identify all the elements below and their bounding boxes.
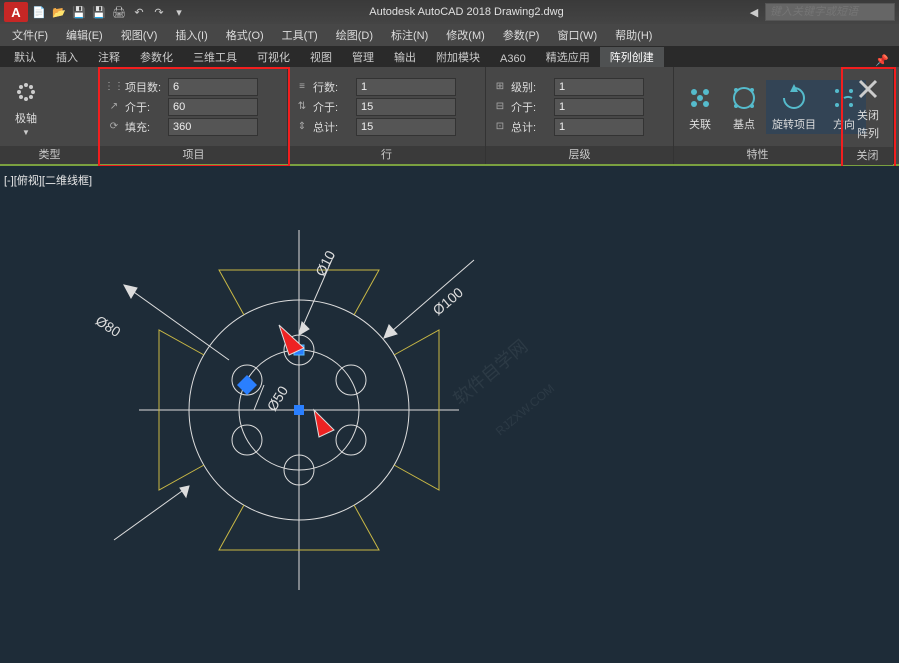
levels-total-icon: ⊡: [492, 119, 508, 135]
items-count-input[interactable]: [168, 78, 258, 96]
tab-insert[interactable]: 插入: [46, 47, 88, 67]
panel-rows-title: 行: [288, 146, 485, 164]
tab-param[interactable]: 参数化: [130, 47, 183, 67]
menu-draw[interactable]: 绘图(D): [328, 25, 381, 45]
window-title: Autodesk AutoCAD 2018 Drawing2.dwg: [188, 6, 745, 18]
levels-count-input[interactable]: [554, 78, 644, 96]
saveas-icon[interactable]: 💾: [90, 3, 108, 21]
menu-file[interactable]: 文件(F): [4, 25, 56, 45]
titlebar: A 📄 📂 💾 💾 🖨 ↶ ↷ ▾ Autodesk AutoCAD 2018 …: [0, 0, 899, 24]
levels-total-input[interactable]: [554, 118, 644, 136]
fill-icon: ⟳: [106, 119, 122, 135]
menu-param[interactable]: 参数(P): [495, 25, 548, 45]
panel-close-title: 关闭: [842, 147, 893, 165]
levels-between-icon: ⊟: [492, 99, 508, 115]
between-icon: ↗: [106, 99, 122, 115]
menu-insert[interactable]: 插入(I): [167, 25, 215, 45]
undo-icon[interactable]: ↶: [130, 3, 148, 21]
more-icon[interactable]: ▾: [170, 3, 188, 21]
items-icon: ⋮⋮: [106, 79, 122, 95]
svg-text:RJZXW.COM: RJZXW.COM: [493, 381, 557, 438]
menu-annotate[interactable]: 标注(N): [383, 25, 436, 45]
polar-array-button[interactable]: 极轴 ▼: [4, 74, 48, 139]
items-count-row: ⋮⋮ 项目数:: [106, 78, 258, 96]
drawing-viewport[interactable]: [-][俯视][二维线框]: [0, 166, 899, 663]
base-button[interactable]: 基点: [722, 80, 766, 134]
close-icon: [852, 73, 884, 105]
dim-d80: Ø80: [93, 312, 124, 340]
items-fill-input[interactable]: [168, 118, 258, 136]
assoc-button[interactable]: 关联: [678, 80, 722, 134]
rows-between-icon: ⇅: [294, 99, 310, 115]
menu-help[interactable]: 帮助(H): [607, 25, 660, 45]
ribbon: 极轴 ▼ 类型 ⋮⋮ 项目数: ↗ 介于: ⟳ 填充: 项目: [0, 67, 899, 166]
arrow-left-icon[interactable]: ◀: [745, 3, 763, 21]
items-fill-row: ⟳ 填充:: [106, 118, 258, 136]
tab-viz[interactable]: 可视化: [247, 47, 300, 67]
rows-total-input[interactable]: [356, 118, 456, 136]
tab-output[interactable]: 输出: [384, 47, 426, 67]
rows-between-input[interactable]: [356, 98, 456, 116]
dim-d50: Ø50: [264, 383, 292, 414]
tab-default[interactable]: 默认: [4, 47, 46, 67]
svg-text:软件自学网: 软件自学网: [450, 336, 532, 409]
new-icon[interactable]: 📄: [30, 3, 48, 21]
pin-icon[interactable]: 📌: [869, 54, 895, 67]
menubar: 文件(F) 编辑(E) 视图(V) 插入(I) 格式(O) 工具(T) 绘图(D…: [0, 24, 899, 46]
tab-3dtools[interactable]: 三维工具: [183, 47, 247, 67]
tab-a360[interactable]: A360: [490, 51, 536, 67]
ribbon-tabs: 默认 插入 注释 参数化 三维工具 可视化 视图 管理 输出 附加模块 A360…: [0, 46, 899, 67]
rows-icon: ≡: [294, 79, 310, 95]
app-logo: A: [4, 2, 28, 22]
menu-window[interactable]: 窗口(W): [549, 25, 605, 45]
tab-manage[interactable]: 管理: [342, 47, 384, 67]
dim-d10: Ø10: [312, 248, 338, 279]
tab-addin[interactable]: 附加模块: [426, 47, 490, 67]
rows-total-icon: ⇕: [294, 119, 310, 135]
rotate-items-button[interactable]: 旋转项目: [766, 80, 822, 134]
menu-edit[interactable]: 编辑(E): [58, 25, 111, 45]
tab-annotate[interactable]: 注释: [88, 47, 130, 67]
items-between-row: ↗ 介于:: [106, 98, 258, 116]
polar-label: 极轴: [15, 110, 37, 126]
menu-format[interactable]: 格式(O): [218, 25, 272, 45]
rows-count-input[interactable]: [356, 78, 456, 96]
items-between-input[interactable]: [168, 98, 258, 116]
base-icon: [728, 82, 760, 114]
panel-items-title: 项目: [100, 146, 287, 164]
panel-props-title: 特性: [674, 146, 841, 164]
rotate-icon: [778, 82, 810, 114]
panel-type-title: 类型: [0, 146, 99, 164]
assoc-icon: [684, 82, 716, 114]
menu-modify[interactable]: 修改(M): [438, 25, 493, 45]
dim-d100: Ø100: [430, 284, 467, 318]
tab-view[interactable]: 视图: [300, 47, 342, 67]
levels-icon: ⊞: [492, 79, 508, 95]
panel-levels-title: 层级: [486, 146, 673, 164]
quick-access-toolbar: 📄 📂 💾 💾 🖨 ↶ ↷ ▾: [30, 3, 188, 21]
open-icon[interactable]: 📂: [50, 3, 68, 21]
polar-icon: [10, 76, 42, 108]
help-search-input[interactable]: [765, 3, 895, 21]
redo-icon[interactable]: ↷: [150, 3, 168, 21]
print-icon[interactable]: 🖨: [110, 3, 128, 21]
tab-array-create[interactable]: 阵列创建: [600, 47, 664, 67]
levels-between-input[interactable]: [554, 98, 644, 116]
menu-tools[interactable]: 工具(T): [274, 25, 326, 45]
menu-view[interactable]: 视图(V): [113, 25, 166, 45]
tab-featured[interactable]: 精选应用: [536, 47, 600, 67]
save-icon[interactable]: 💾: [70, 3, 88, 21]
close-array-button[interactable]: 关闭 阵列: [846, 71, 890, 143]
